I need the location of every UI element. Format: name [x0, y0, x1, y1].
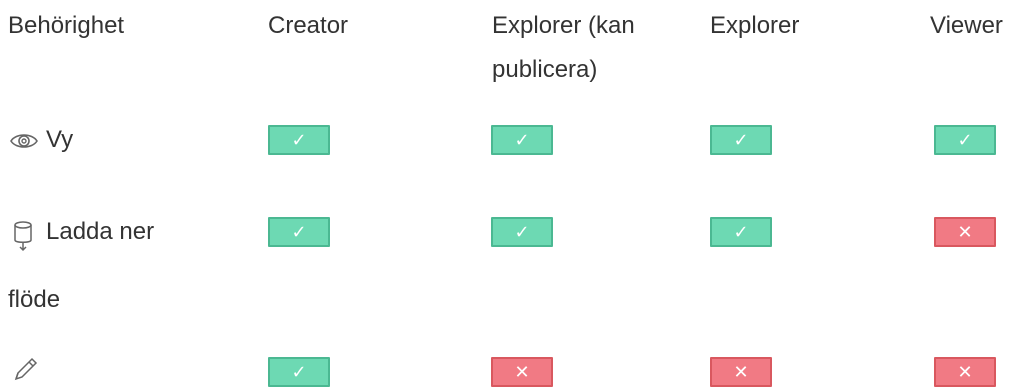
permission-badge-allowed: ✓	[268, 217, 330, 247]
permission-badge-allowed: ✓	[268, 125, 330, 155]
row-label-view-text: Vy	[46, 126, 74, 153]
eye-icon	[8, 126, 40, 156]
header-explorer-publish-line2: publicera)	[492, 56, 598, 83]
row-label-edit	[8, 348, 46, 381]
header-explorer: Explorer	[710, 12, 800, 39]
header-viewer: Viewer	[930, 12, 1003, 39]
row-label-download-flow: Ladda ner	[8, 210, 154, 254]
header-explorer-publish: Explorer (kan publicera)	[492, 4, 635, 92]
permission-badge-allowed: ✓	[934, 125, 996, 155]
database-download-icon	[8, 218, 40, 252]
permission-badge-denied: ✕	[934, 217, 996, 247]
permission-badge-allowed: ✓	[710, 125, 772, 155]
permission-badge-allowed: ✓	[491, 217, 553, 247]
permission-badge-allowed: ✓	[491, 125, 553, 155]
pencil-icon	[8, 349, 40, 381]
permission-badge-allowed: ✓	[710, 217, 772, 247]
row-label-download-flow-continuation: flöde	[8, 286, 61, 313]
header-creator: Creator	[268, 12, 349, 39]
row-label-view: Vy	[8, 118, 73, 162]
header-explorer-publish-line1: Explorer (kan	[492, 12, 635, 39]
header-permission: Behörighet	[8, 12, 125, 39]
row-label-download-flow-text: Ladda ner	[46, 218, 155, 245]
